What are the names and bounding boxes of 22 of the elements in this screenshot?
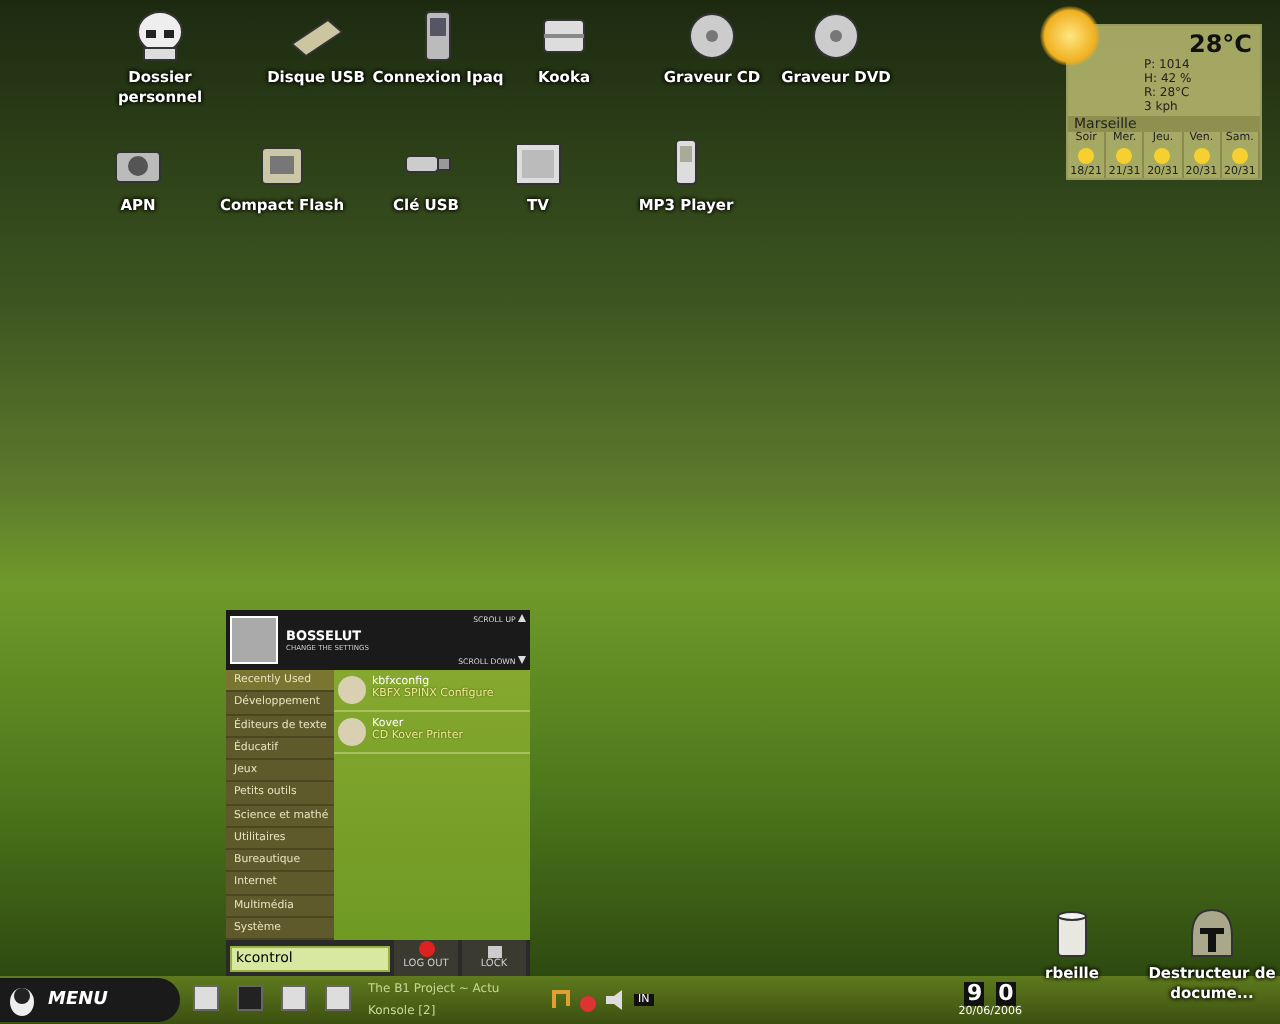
avatar-photo xyxy=(230,616,278,664)
sun-icon xyxy=(1040,6,1100,66)
sun-icon xyxy=(1078,147,1095,163)
menu-button[interactable]: MENU xyxy=(0,978,180,1022)
disc-icon[interactable] xyxy=(808,8,864,64)
sun-icon xyxy=(1231,147,1248,163)
sun-icon xyxy=(1193,147,1210,163)
padlock-icon xyxy=(485,940,503,958)
power-icon xyxy=(417,940,435,958)
disc-icon[interactable] xyxy=(684,8,740,64)
app-icon xyxy=(338,676,366,704)
down-arrow-icon xyxy=(518,656,526,664)
volume-icon[interactable] xyxy=(604,988,628,1012)
penguin-icon xyxy=(8,984,36,1016)
clock-hour: 9 xyxy=(964,982,985,1006)
temperature: 28°C xyxy=(1188,30,1252,58)
clock-minute: 0 xyxy=(996,982,1016,1006)
sun-icon xyxy=(1116,147,1133,163)
up-arrow-icon xyxy=(518,614,526,622)
helmet-icon[interactable] xyxy=(132,8,188,64)
sun-icon xyxy=(1154,147,1171,163)
app-icon xyxy=(338,718,366,746)
